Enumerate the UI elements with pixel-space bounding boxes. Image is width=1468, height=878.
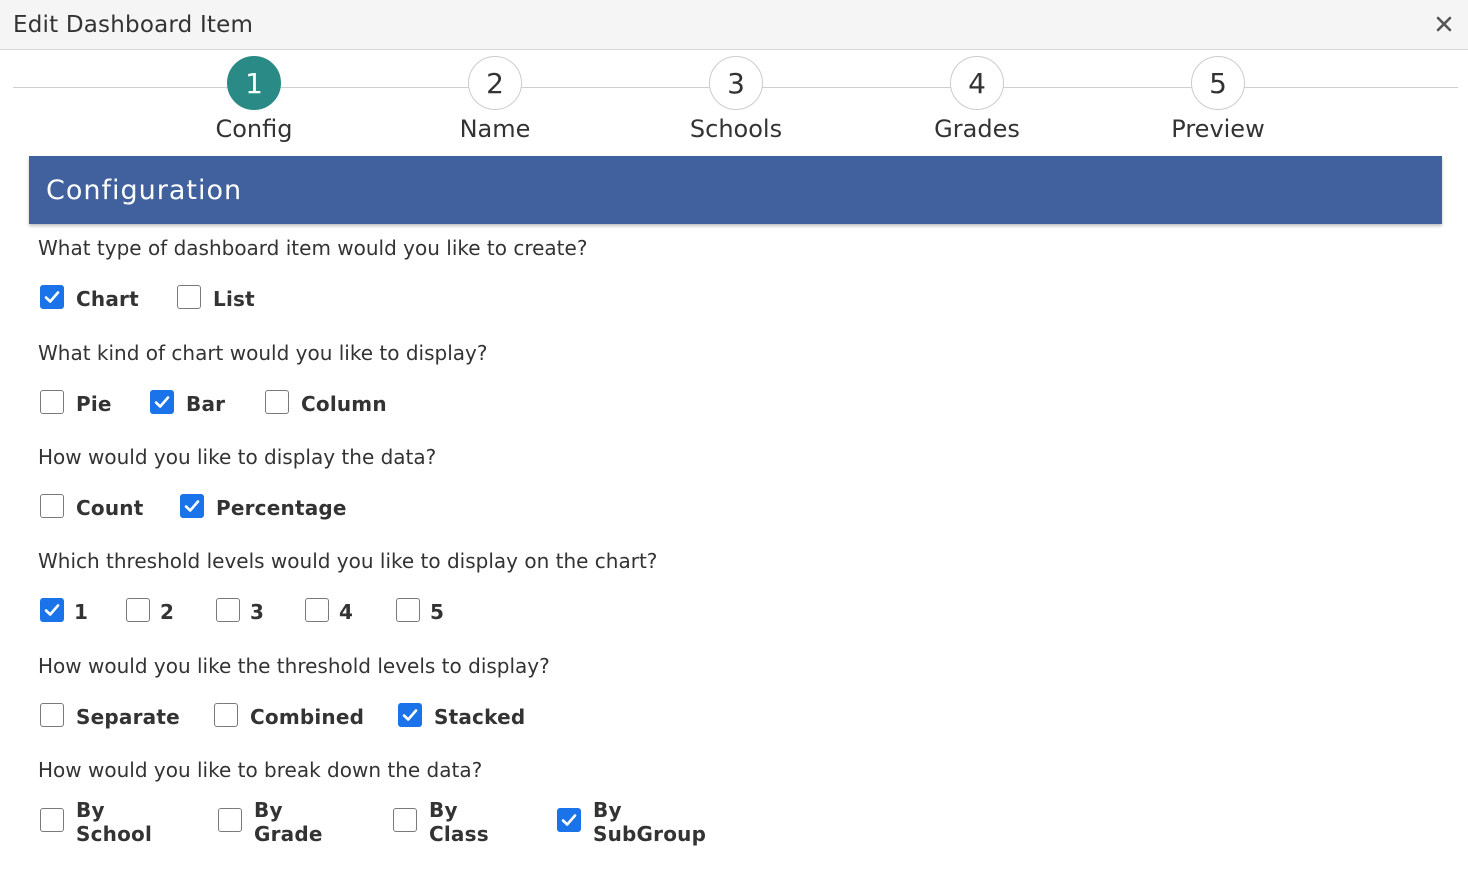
- checkbox-box[interactable]: [305, 598, 329, 622]
- checkbox-by-class[interactable]: By Class: [393, 798, 489, 846]
- edit-dashboard-item-dialog: Edit Dashboard Item 1 Config 2 Name 3 Sc…: [0, 0, 1468, 878]
- checkbox-label: By Grade: [254, 798, 323, 846]
- checkmark-icon: [184, 500, 200, 512]
- close-icon[interactable]: [1430, 10, 1458, 38]
- checkbox-box[interactable]: [393, 808, 417, 832]
- checkbox-level-4[interactable]: 4: [305, 595, 353, 625]
- checkbox-count[interactable]: Count: [40, 491, 143, 521]
- checkmark-icon: [44, 291, 60, 303]
- checkbox-by-school[interactable]: By School: [40, 798, 152, 846]
- wizard-stepper: 1 Config 2 Name 3 Schools 4 Grades 5 Pre…: [0, 50, 1468, 156]
- question-chart-kind: What kind of chart would you like to dis…: [38, 341, 488, 365]
- checkmark-icon: [154, 396, 170, 408]
- checkbox-by-grade[interactable]: By Grade: [218, 798, 323, 846]
- step-label: Preview: [1171, 115, 1265, 143]
- checkbox-label: 4: [339, 600, 354, 624]
- checkbox-label: By SubGroup: [593, 798, 707, 846]
- checkbox-label: Stacked: [434, 705, 526, 729]
- checkmark-icon: [561, 814, 577, 826]
- checkbox-label: 5: [430, 600, 445, 624]
- question-display-data: How would you like to display the data?: [38, 445, 437, 469]
- checkbox-separate[interactable]: Separate: [40, 700, 180, 730]
- checkbox-label: List: [213, 287, 255, 311]
- step-label: Config: [215, 115, 293, 143]
- checkbox-box[interactable]: [218, 808, 242, 832]
- step-label: Name: [459, 115, 531, 143]
- checkbox-label: By School: [76, 798, 153, 846]
- checkbox-chart[interactable]: Chart: [40, 282, 139, 312]
- step-name[interactable]: 2 Name: [415, 56, 575, 143]
- question-item-type: What type of dashboard item would you li…: [38, 236, 588, 260]
- checkbox-combined[interactable]: Combined: [214, 700, 364, 730]
- checkbox-level-2[interactable]: 2: [126, 595, 174, 625]
- question-threshold-levels: Which threshold levels would you like to…: [38, 549, 658, 573]
- checkbox-label: Combined: [250, 705, 365, 729]
- checkbox-stacked[interactable]: Stacked: [398, 700, 525, 730]
- checkbox-box[interactable]: [177, 285, 201, 309]
- checkbox-bar[interactable]: Bar: [150, 387, 225, 417]
- checkbox-pie[interactable]: Pie: [40, 387, 112, 417]
- checkbox-box[interactable]: [40, 598, 64, 622]
- step-number-badge: 2: [468, 56, 522, 110]
- checkbox-box[interactable]: [180, 494, 204, 518]
- dialog-title: Edit Dashboard Item: [13, 12, 254, 38]
- checkbox-box[interactable]: [214, 703, 238, 727]
- question-threshold-display: How would you like the threshold levels …: [38, 654, 550, 678]
- checkbox-label: Bar: [186, 392, 226, 416]
- checkbox-box[interactable]: [265, 390, 289, 414]
- checkbox-column[interactable]: Column: [265, 387, 387, 417]
- checkbox-label: 3: [250, 600, 265, 624]
- checkbox-box[interactable]: [150, 390, 174, 414]
- checkbox-label: Column: [301, 392, 387, 416]
- checkbox-box[interactable]: [557, 808, 581, 832]
- checkmark-icon: [44, 604, 60, 616]
- checkbox-box[interactable]: [126, 598, 150, 622]
- step-preview[interactable]: 5 Preview: [1138, 56, 1298, 143]
- checkbox-label: Separate: [76, 705, 180, 729]
- step-number-badge: 3: [709, 56, 763, 110]
- checkbox-list[interactable]: List: [177, 282, 255, 312]
- checkbox-box[interactable]: [40, 808, 64, 832]
- checkbox-label: Pie: [76, 392, 112, 416]
- checkbox-label: Percentage: [216, 496, 347, 520]
- configuration-section-header: Configuration: [29, 156, 1442, 224]
- checkbox-label: Chart: [76, 287, 139, 311]
- step-schools[interactable]: 3 Schools: [656, 56, 816, 143]
- step-grades[interactable]: 4 Grades: [897, 56, 1057, 143]
- step-number-badge: 5: [1191, 56, 1245, 110]
- checkbox-label: By Class: [429, 798, 489, 846]
- checkmark-icon: [402, 709, 418, 721]
- checkbox-box[interactable]: [398, 703, 422, 727]
- checkbox-level-5[interactable]: 5: [396, 595, 444, 625]
- checkbox-label: 1: [74, 600, 89, 624]
- checkbox-by-subgroup[interactable]: By SubGroup: [557, 798, 706, 846]
- checkbox-label: Count: [76, 496, 144, 520]
- question-break-down: How would you like to break down the dat…: [38, 758, 483, 782]
- checkbox-box[interactable]: [216, 598, 240, 622]
- checkbox-percentage[interactable]: Percentage: [180, 491, 347, 521]
- step-label: Schools: [689, 115, 783, 143]
- step-label: Grades: [934, 115, 1020, 143]
- step-number-badge: 4: [950, 56, 1004, 110]
- dialog-titlebar: Edit Dashboard Item: [0, 0, 1468, 50]
- step-config[interactable]: 1 Config: [174, 56, 334, 143]
- checkbox-box[interactable]: [396, 598, 420, 622]
- checkbox-box[interactable]: [40, 703, 64, 727]
- checkbox-box[interactable]: [40, 390, 64, 414]
- checkbox-level-3[interactable]: 3: [216, 595, 264, 625]
- checkbox-box[interactable]: [40, 494, 64, 518]
- checkbox-label: 2: [160, 600, 175, 624]
- checkbox-box[interactable]: [40, 285, 64, 309]
- checkbox-level-1[interactable]: 1: [40, 595, 88, 625]
- section-title: Configuration: [46, 175, 243, 206]
- step-number-badge: 1: [227, 56, 281, 110]
